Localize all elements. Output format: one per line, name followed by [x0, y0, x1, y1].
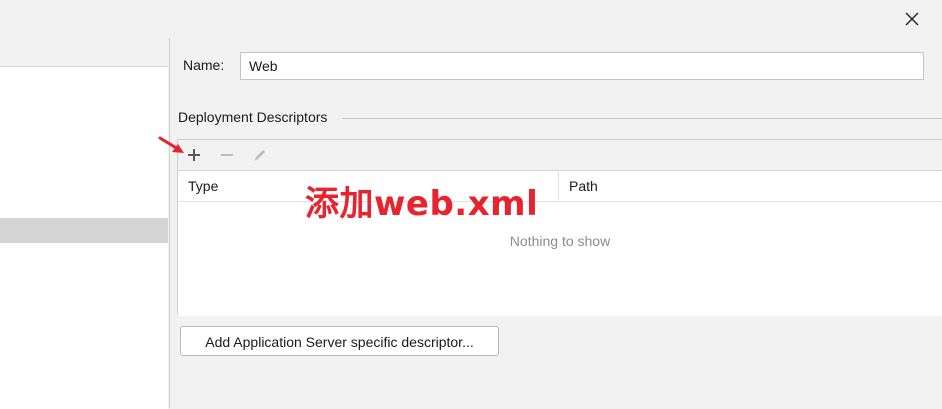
minus-icon: [221, 154, 233, 156]
close-icon: [905, 12, 919, 26]
pencil-icon: [254, 150, 265, 161]
annotation-arrow-icon: [158, 136, 184, 153]
annotation-text: 添加web.xml: [305, 184, 539, 224]
descriptors-table[interactable]: Type Path Nothing to show: [178, 170, 942, 316]
add-server-descriptor-button[interactable]: Add Application Server specific descript…: [180, 326, 499, 356]
column-header-path[interactable]: Path: [559, 171, 942, 201]
deployment-descriptors-panel: Type Path Nothing to show: [177, 139, 942, 316]
deployment-descriptors-title: Deployment Descriptors: [178, 109, 328, 125]
name-label: Name:: [183, 57, 225, 73]
left-panel: [0, 38, 169, 409]
remove-descriptor-button[interactable]: [216, 144, 238, 166]
edit-descriptor-button[interactable]: [249, 144, 271, 166]
empty-table-message: Nothing to show: [509, 233, 611, 249]
project-structure-tree[interactable]: [0, 66, 168, 409]
dialog-title-bar: [0, 0, 942, 38]
tree-selected-item[interactable]: [0, 218, 168, 243]
panel-splitter[interactable]: [169, 38, 170, 408]
name-input[interactable]: [240, 52, 924, 80]
table-header-row: Type Path: [178, 171, 942, 202]
section-divider: [342, 118, 942, 119]
plus-icon: [188, 149, 200, 161]
close-button[interactable]: [898, 6, 926, 32]
descriptors-toolbar: [178, 140, 942, 170]
